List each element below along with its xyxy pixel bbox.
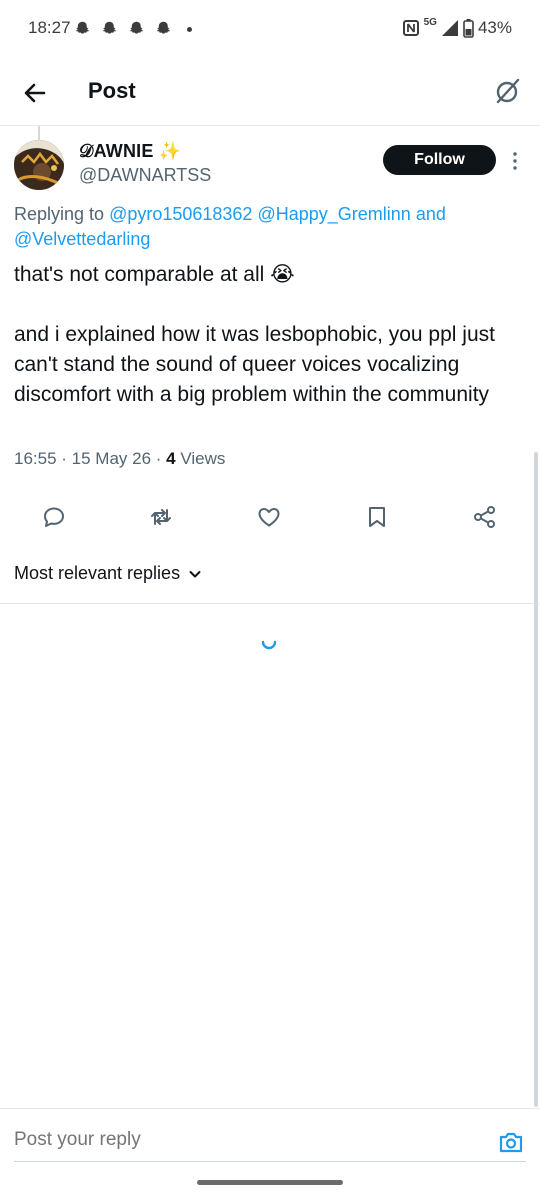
replies-sort-dropdown[interactable]: Most relevant replies xyxy=(14,563,202,584)
share-button[interactable] xyxy=(472,504,498,530)
battery-percent: 43% xyxy=(477,18,512,37)
avatar-image xyxy=(14,140,64,190)
notification-dot xyxy=(187,27,192,32)
replying-prefix: Replying to xyxy=(14,204,110,224)
snapchat-icon xyxy=(75,21,90,34)
mention-link[interactable]: @Velvettedarling xyxy=(14,229,150,249)
more-vertical-icon xyxy=(513,152,517,170)
reply-icon xyxy=(44,507,64,527)
heart-icon xyxy=(258,508,280,527)
author-display-name[interactable]: 𝒟AWNIE ✨ xyxy=(79,141,181,162)
nfc-icon xyxy=(402,20,419,36)
grok-button[interactable] xyxy=(492,76,522,106)
page-title: Post xyxy=(88,78,136,103)
snapchat-icon xyxy=(156,21,171,34)
reply-composer xyxy=(0,1108,540,1163)
views-count[interactable]: 4 xyxy=(166,449,175,468)
mention-link[interactable]: @Happy_Gremlinn xyxy=(257,204,410,224)
composer-underline xyxy=(14,1161,526,1162)
camera-icon xyxy=(499,1132,523,1153)
repost-icon xyxy=(151,509,171,525)
thread-connector xyxy=(38,126,40,140)
signal-icon xyxy=(441,20,458,36)
scrollbar[interactable] xyxy=(534,452,538,1107)
views-label: Views xyxy=(180,449,226,468)
post-meta: 16:55 · 15 May 26 · 4 Views xyxy=(14,449,226,468)
reply-button[interactable] xyxy=(41,504,67,530)
system-indicators: 5G 43% xyxy=(402,16,512,38)
bookmark-button[interactable] xyxy=(364,504,390,530)
top-app-bar: Post xyxy=(0,58,540,126)
snapchat-icon xyxy=(102,21,117,34)
mention-joiner: and xyxy=(410,204,446,224)
share-icon xyxy=(474,506,495,528)
replies-sort-label: Most relevant replies xyxy=(14,563,181,583)
status-bar: 18:27 5G 43% xyxy=(0,0,540,58)
battery-icon xyxy=(463,18,474,38)
status-time: 18:27 xyxy=(28,18,71,37)
avatar[interactable] xyxy=(14,140,64,190)
chevron-down-icon xyxy=(189,570,201,577)
post-date: 15 May 26 xyxy=(71,449,152,468)
back-button[interactable] xyxy=(20,78,50,108)
snapchat-icon xyxy=(129,21,144,34)
camera-button[interactable] xyxy=(497,1128,525,1156)
home-indicator[interactable] xyxy=(197,1180,343,1185)
arrow-left-icon xyxy=(24,83,46,103)
post-actions xyxy=(0,500,540,534)
grok-icon xyxy=(496,78,520,104)
network-type: 5G xyxy=(423,16,437,28)
mention-link[interactable]: @pyro150618362 xyxy=(109,204,252,224)
reply-input[interactable] xyxy=(14,1129,474,1151)
follow-button[interactable]: Follow xyxy=(383,145,496,175)
notification-icons xyxy=(74,20,172,37)
bookmark-icon xyxy=(369,507,385,527)
like-button[interactable] xyxy=(256,504,282,530)
replying-to: Replying to @pyro150618362 @Happy_Gremli… xyxy=(14,202,514,252)
more-options-button[interactable] xyxy=(506,150,524,172)
post-time: 16:55 xyxy=(14,449,57,468)
spinner-icon xyxy=(261,640,277,650)
repost-button[interactable] xyxy=(148,504,174,530)
loading-spinner xyxy=(260,633,278,651)
author-handle[interactable]: @DAWNARTSS xyxy=(79,165,211,186)
divider xyxy=(0,603,540,604)
post-text: that's not comparable at all 😭 and i exp… xyxy=(14,263,495,406)
